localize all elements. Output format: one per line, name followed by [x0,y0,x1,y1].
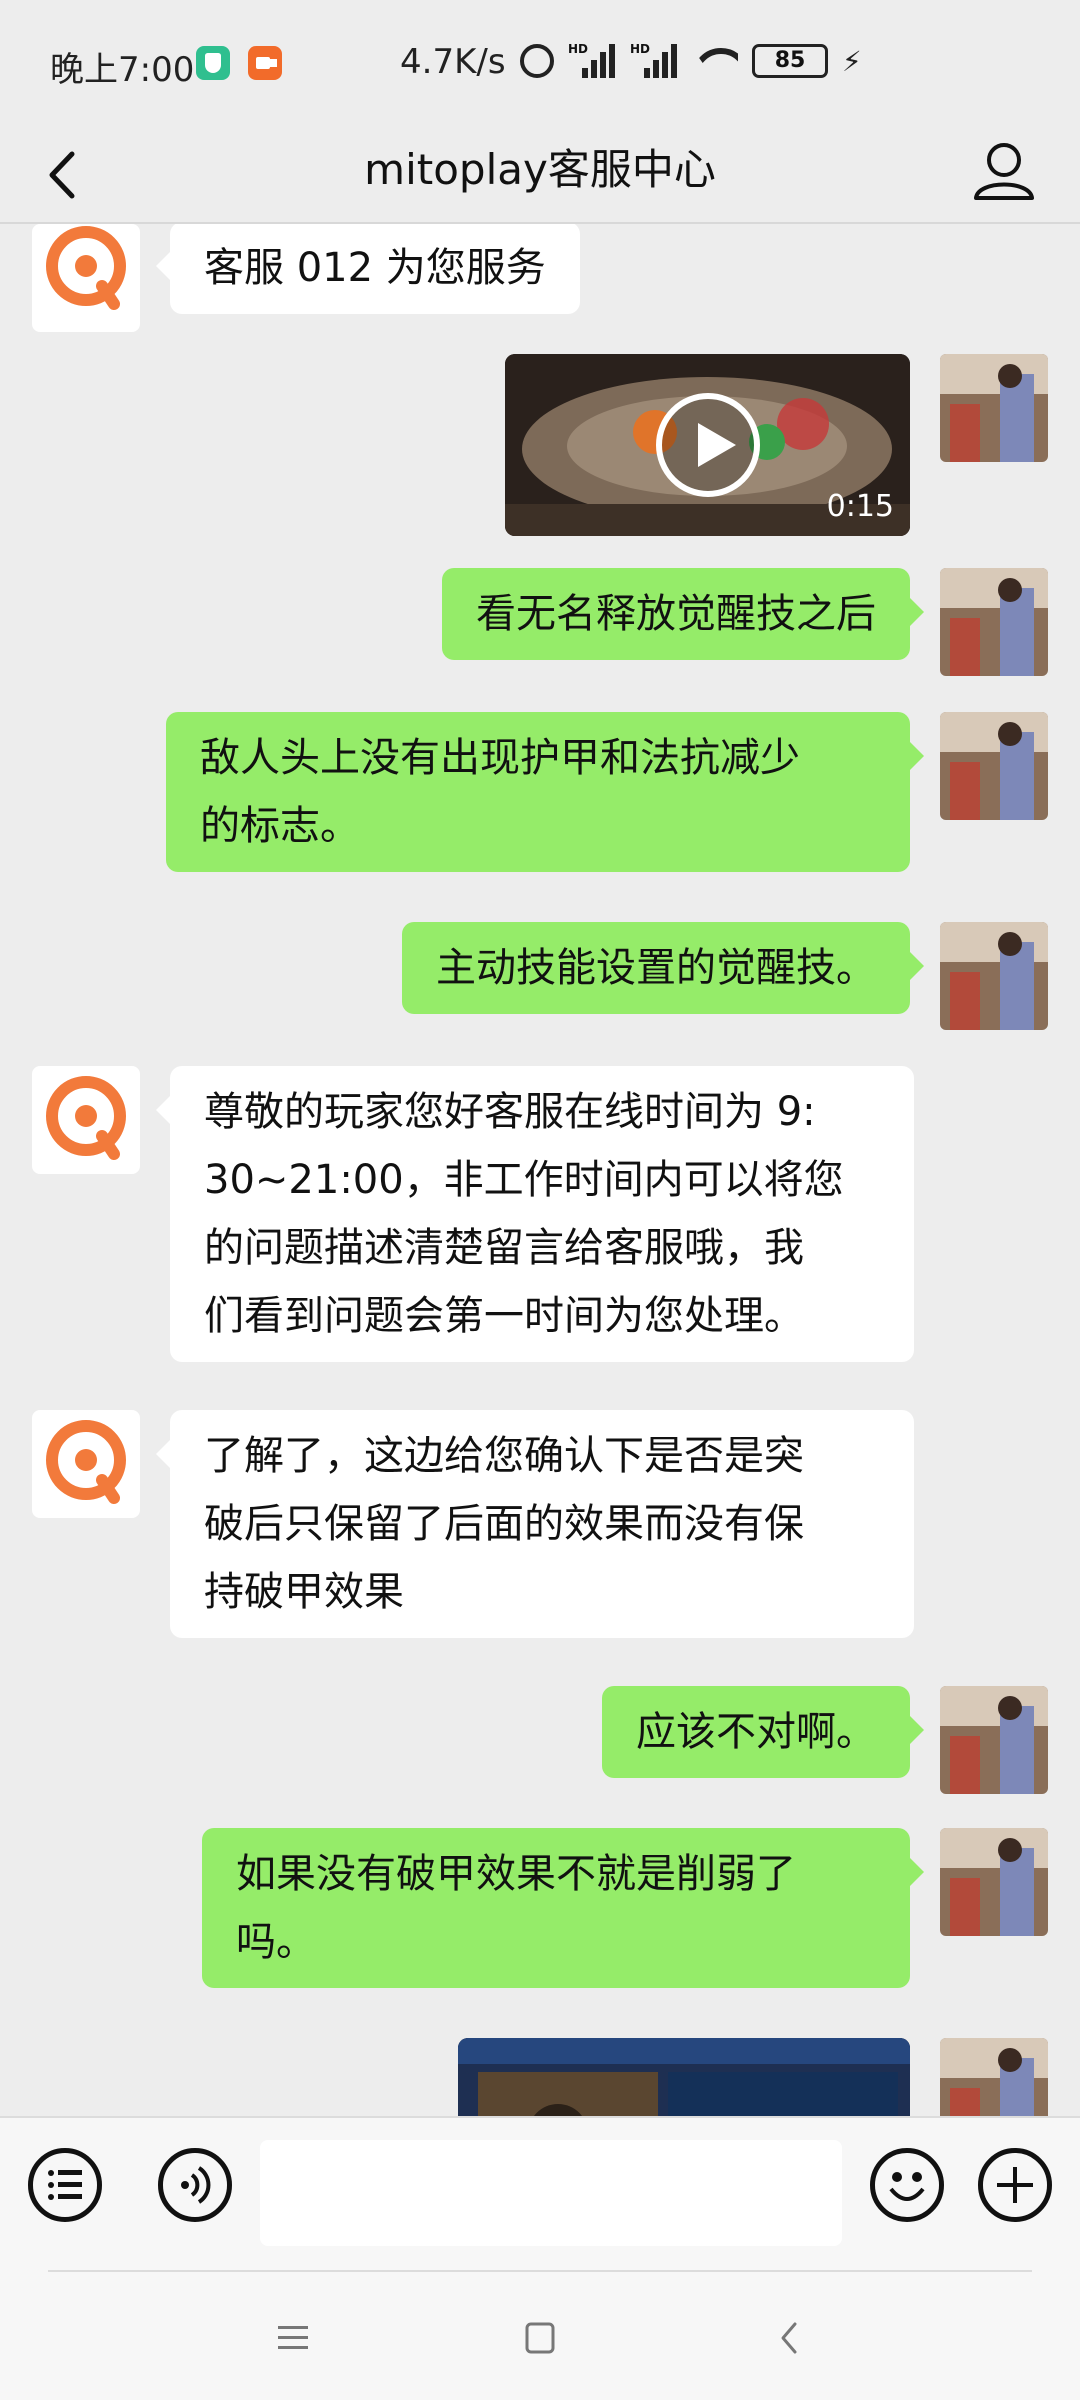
status-time: 晚上7:00 [50,50,195,90]
user-photo [940,1686,1048,1794]
message-line: 如果没有破甲效果不就是削弱了 [236,1851,796,1897]
person-icon [974,143,1034,200]
emoji-icon [889,2172,925,2201]
user-avatar[interactable] [940,922,1048,1030]
user-photo [940,2038,1048,2116]
voice-button[interactable] [158,2148,232,2222]
message-bubble[interactable]: 看无名释放觉醒技之后 [442,568,924,660]
user-avatar[interactable] [940,1828,1048,1936]
message-bubble[interactable]: 尊敬的玩家您好客服在线时间为 9: 30~21:00，非工作时间内可以将您 的问… [156,1066,914,1362]
message-bubble[interactable]: 如果没有破甲效果不就是削弱了 吗。 [202,1828,924,1988]
wifi-icon [692,44,738,78]
message-line: 30~21:00，非工作时间内可以将您 [204,1157,844,1203]
agent-avatar[interactable] [32,224,140,332]
voice-icon [181,2166,211,2204]
user-avatar[interactable] [940,2038,1048,2116]
message-line: 敌人头上没有出现护甲和法抗减少 [200,735,800,781]
emoji-button[interactable] [870,2148,944,2222]
page-title: mitoplay客服中心 [364,145,716,194]
message-bubble[interactable]: 主动技能设置的觉醒技。 [402,922,924,1014]
plus-button[interactable] [978,2148,1052,2222]
user-avatar[interactable] [940,354,1048,462]
message-line: 们看到问题会第一时间为您处理。 [204,1293,804,1339]
chat-list[interactable]: 客服 012 为您服务 0:15 看无名释放觉醒技之后 敌人头上没有出现护甲和法… [0,224,1080,2116]
agent-avatar[interactable] [32,1066,140,1174]
user-avatar[interactable] [940,712,1048,820]
chat-header: mitoplay客服中心 [0,128,1080,222]
home-button[interactable] [505,2302,575,2372]
video-message[interactable]: 0:15 [505,354,910,536]
message-text: 看无名释放觉醒技之后 [476,591,876,637]
message-line: 的问题描述清楚留言给客服哦，我 [204,1225,804,1271]
back-icon [781,2322,797,2354]
battery-icon: 85 [752,44,828,78]
recent-apps-button[interactable] [258,2302,328,2372]
user-photo [940,712,1048,820]
message-line: 破后只保留了后面的效果而没有保 [204,1501,804,1547]
message-line: 了解了，这边给您确认下是否是突 [204,1433,804,1479]
network-speed: 4.7K/s [400,42,506,82]
user-photo [940,568,1048,676]
system-nav-bar [0,2272,1080,2400]
shield-app-icon [196,46,230,80]
hd-signal-icon: HD [630,42,678,78]
message-text: 主动技能设置的觉醒技。 [436,945,876,991]
message-bubble[interactable]: 应该不对啊。 [602,1686,924,1778]
message-text: 客服 012 为您服务 [204,245,546,291]
user-avatar[interactable] [940,1686,1048,1794]
video-duration: 0:15 [826,489,894,524]
screen-record-icon [248,46,282,80]
list-menu-button[interactable] [28,2148,102,2222]
message-bubble[interactable]: 了解了，这边给您确认下是否是突 破后只保留了后面的效果而没有保 持破甲效果 [156,1410,914,1638]
play-icon[interactable] [655,393,760,497]
hd-signal-icon: HD [568,42,616,78]
charging-icon: ⚡ [842,45,862,78]
user-photo [940,354,1048,462]
screenshot-thumbnail [458,2038,910,2116]
user-photo [940,1828,1048,1936]
menu-icon [278,2326,308,2349]
message-input[interactable] [260,2140,842,2246]
list-icon [48,2170,82,2200]
battery-level: 85 [774,48,806,73]
message-bubble[interactable]: 客服 012 为您服务 [156,224,580,314]
mitoplay-logo-icon [46,1076,126,1160]
message-line: 的标志。 [200,803,360,849]
user-avatar[interactable] [940,568,1048,676]
message-line: 吗。 [236,1919,316,1965]
alarm-icon [520,44,554,78]
message-bubble[interactable]: 敌人头上没有出现护甲和法抗减少 的标志。 [166,712,924,872]
user-photo [940,922,1048,1030]
status-bar: 晚上7:00 4.7K/s HD HD 85 ⚡ [0,0,1080,128]
message-line: 尊敬的玩家您好客服在线时间为 9: [204,1089,816,1135]
mitoplay-logo-icon [46,1420,126,1504]
message-text: 应该不对啊。 [636,1709,876,1755]
plus-icon [997,2167,1033,2203]
input-bar [0,2116,1080,2272]
agent-avatar[interactable] [32,1410,140,1518]
home-icon [525,2322,555,2354]
mitoplay-logo-icon [46,226,126,310]
profile-button[interactable] [964,132,1044,212]
image-message[interactable] [458,2038,910,2116]
message-line: 持破甲效果 [204,1569,404,1615]
nav-back-button[interactable] [755,2302,825,2372]
